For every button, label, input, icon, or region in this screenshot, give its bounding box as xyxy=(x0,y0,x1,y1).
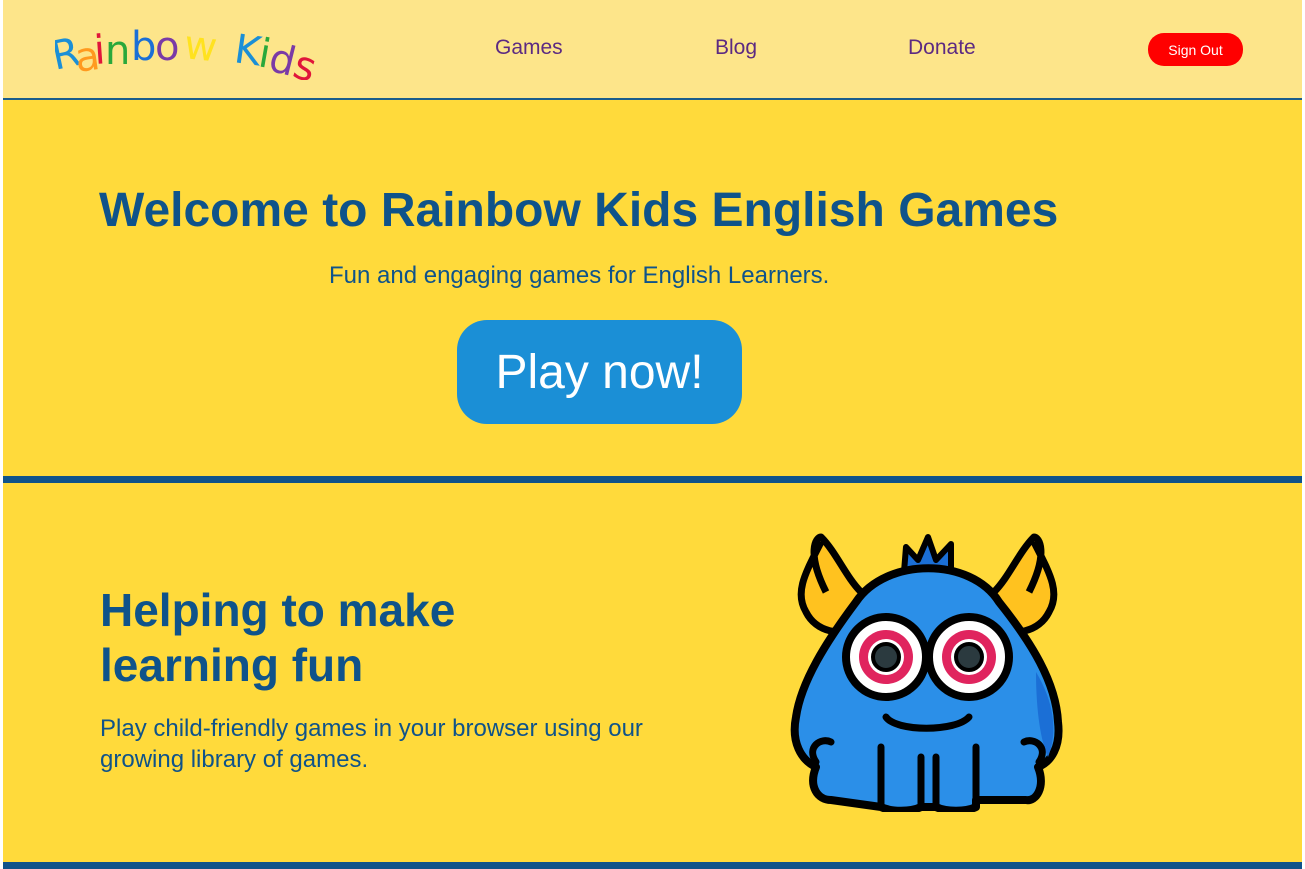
logo-letter: b xyxy=(131,24,156,70)
logo-wordmark: Rain bo w Kids xyxy=(55,22,315,80)
feature-description: Play child-friendly games in your browse… xyxy=(100,715,643,773)
sign-out-button[interactable]: Sign Out xyxy=(1148,33,1243,66)
nav-blog-link[interactable]: Blog xyxy=(715,36,757,60)
play-now-button[interactable]: Play now! xyxy=(457,320,742,424)
logo-letter: n xyxy=(105,28,130,74)
nav-donate-link[interactable]: Donate xyxy=(908,36,976,60)
hero-subtitle: Fun and engaging games for English Learn… xyxy=(329,262,830,289)
feature-title: Helping to make learning fun xyxy=(100,584,456,691)
nav-games-link[interactable]: Games xyxy=(495,36,563,60)
logo-letter: o xyxy=(155,24,179,70)
section-divider xyxy=(3,862,1302,869)
rainbow-kids-logo[interactable]: RainbowKids xyxy=(55,22,315,80)
hero-title: Welcome to Rainbow Kids English Games xyxy=(99,184,1059,237)
page: RainbowKids Games Blog Donate Sign Out W… xyxy=(3,0,1302,869)
logo-letter: w xyxy=(182,22,219,71)
blue-monster-mascot-icon xyxy=(786,532,1069,812)
site-header: RainbowKids Games Blog Donate Sign Out xyxy=(3,0,1302,100)
section-divider xyxy=(3,476,1302,483)
